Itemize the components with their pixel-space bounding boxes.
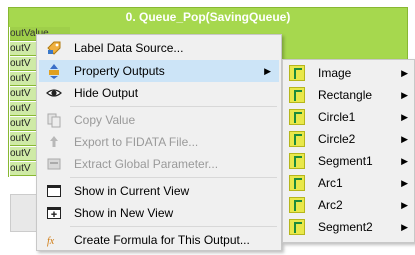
submenu-arrow-icon: ▶ xyxy=(264,66,271,76)
svg-text:fx: fx xyxy=(47,236,55,247)
menu-separator xyxy=(70,177,277,178)
menu-item-label: Show in Current View xyxy=(74,184,190,198)
menu-item-copy-value[interactable]: Copy Value xyxy=(39,109,279,131)
property-output-icon xyxy=(289,87,305,103)
menu-item-export-fidata[interactable]: Export to FIDATA File... xyxy=(39,131,279,153)
export-icon xyxy=(46,134,62,150)
menu-separator xyxy=(70,226,277,227)
submenu-arrow-icon: ▶ xyxy=(401,156,408,166)
submenu-item-label: Circle2 xyxy=(318,132,356,146)
menu-item-property-outputs[interactable]: Property Outputs ▶ xyxy=(39,60,279,82)
menu-separator xyxy=(70,106,277,107)
window-icon xyxy=(46,183,62,199)
submenu-item-arc1[interactable]: Arc1 ▶ xyxy=(285,172,413,194)
menu-item-label: Export to FIDATA File... xyxy=(74,135,199,149)
menu-item-label: Show in New View xyxy=(74,206,174,220)
submenu-arrow-icon: ▶ xyxy=(401,90,408,100)
menu-item-label: Hide Output xyxy=(74,86,139,100)
submenu-arrow-icon: ▶ xyxy=(401,68,408,78)
menu-item-show-in-new-view[interactable]: Show in New View xyxy=(39,202,279,224)
submenu-item-label: Image xyxy=(318,66,352,80)
menu-item-label: Extract Global Parameter... xyxy=(74,157,219,171)
property-outputs-submenu: Image ▶ Rectangle ▶ Circle1 ▶ Circle2 ▶ … xyxy=(282,59,415,243)
submenu-item-label: Arc1 xyxy=(318,176,343,190)
submenu-arrow-icon: ▶ xyxy=(401,200,408,210)
menu-item-label: Create Formula for This Output... xyxy=(74,233,250,247)
property-output-icon xyxy=(289,197,305,213)
submenu-item-label: Segment1 xyxy=(318,154,373,168)
menu-item-hide-output[interactable]: Hide Output xyxy=(39,82,279,104)
submenu-arrow-icon: ▶ xyxy=(401,134,408,144)
submenu-item-image[interactable]: Image ▶ xyxy=(285,62,413,84)
property-output-icon xyxy=(289,153,305,169)
submenu-item-label: Arc2 xyxy=(318,198,343,212)
context-menu: Label Data Source... Property Outputs ▶ … xyxy=(36,34,282,251)
menu-item-extract-global-parameter[interactable]: Extract Global Parameter... xyxy=(39,153,279,175)
extract-icon xyxy=(46,156,62,172)
submenu-item-label: Circle1 xyxy=(318,110,356,124)
submenu-item-segment2[interactable]: Segment2 ▶ xyxy=(285,216,413,238)
submenu-item-circle1[interactable]: Circle1 ▶ xyxy=(285,106,413,128)
node-title: 0. Queue_Pop(SavingQueue) xyxy=(125,10,291,24)
submenu-item-circle2[interactable]: Circle2 ▶ xyxy=(285,128,413,150)
menu-item-show-in-current-view[interactable]: Show in Current View xyxy=(39,180,279,202)
formula-icon: fx xyxy=(46,232,62,248)
menu-item-label: Property Outputs xyxy=(74,64,165,78)
copy-icon xyxy=(46,112,62,128)
property-output-icon xyxy=(289,109,305,125)
property-output-icon xyxy=(289,219,305,235)
eye-icon xyxy=(46,85,62,101)
submenu-arrow-icon: ▶ xyxy=(401,112,408,122)
submenu-item-segment1[interactable]: Segment1 ▶ xyxy=(285,150,413,172)
menu-item-label-data-source[interactable]: Label Data Source... xyxy=(39,37,279,59)
submenu-arrow-icon: ▶ xyxy=(401,178,408,188)
submenu-item-arc2[interactable]: Arc2 ▶ xyxy=(285,194,413,216)
menu-item-label: Label Data Source... xyxy=(74,41,184,55)
property-output-icon xyxy=(289,131,305,147)
menu-item-label: Copy Value xyxy=(74,113,136,127)
new-window-icon xyxy=(46,205,62,221)
property-output-icon xyxy=(289,175,305,191)
submenu-item-label: Segment2 xyxy=(318,220,373,234)
property-output-icon xyxy=(289,65,305,81)
menu-item-create-formula[interactable]: fx Create Formula for This Output... xyxy=(39,229,279,251)
submenu-arrow-icon: ▶ xyxy=(401,222,408,232)
submenu-item-label: Rectangle xyxy=(318,88,373,102)
property-outputs-icon xyxy=(46,63,62,79)
submenu-item-rectangle[interactable]: Rectangle ▶ xyxy=(285,84,413,106)
label-icon xyxy=(46,40,62,56)
